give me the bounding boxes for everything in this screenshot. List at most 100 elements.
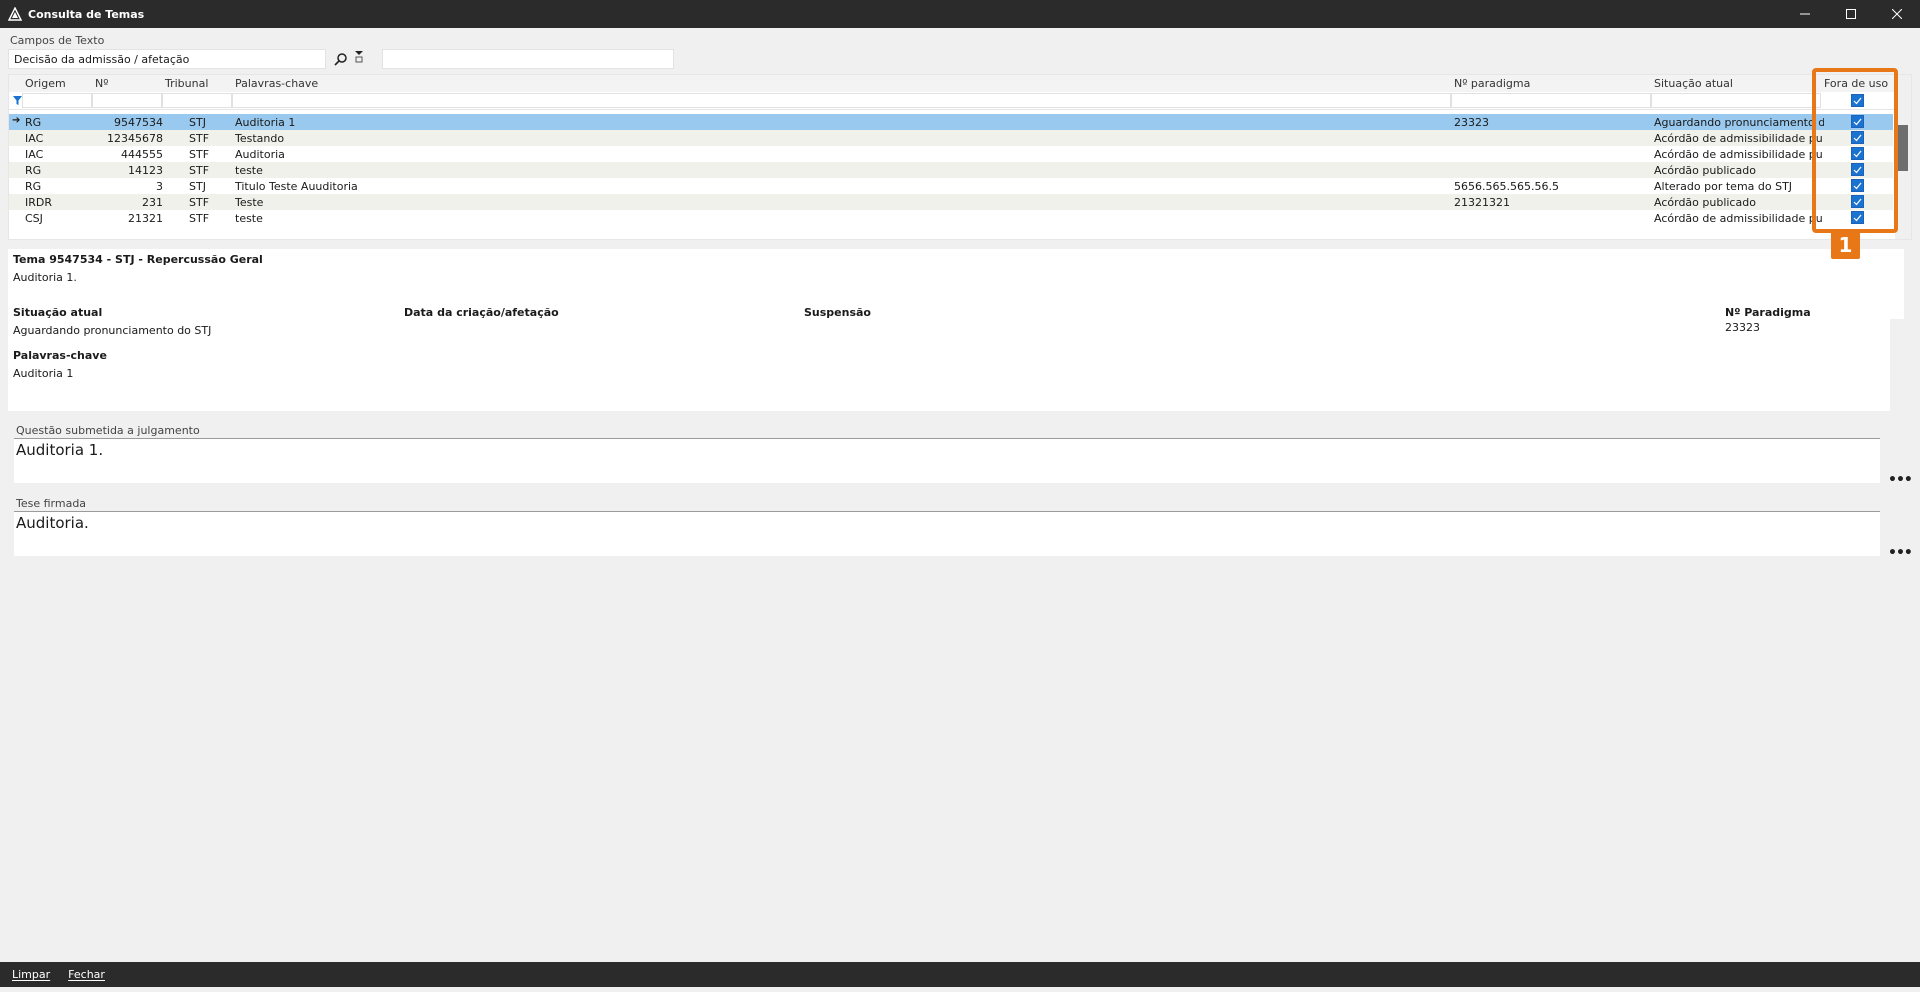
table-row[interactable]: ➔ RG 9547534 STJ Auditoria 1 23323 Aguardando … (9, 114, 1893, 130)
cell-origem: CSJ (25, 212, 43, 225)
minimize-icon (1800, 13, 1810, 15)
cell-palavras: Teste (235, 196, 264, 209)
grid-header: Origem Nº Tribunal Palavras-chave Nº par… (9, 75, 1897, 92)
situacao-label: Situação atual (13, 306, 103, 319)
cell-numero: 14123 (128, 164, 163, 177)
cell-situacao: Alterado por tema do STJ (1654, 180, 1793, 193)
cell-numero: 3 (156, 180, 163, 193)
cell-origem: IRDR (25, 196, 53, 209)
tese-label: Tese firmada (16, 497, 87, 510)
cell-numero: 444555 (121, 148, 163, 161)
cell-origem: RG (25, 164, 42, 177)
current-row-arrow-icon: ➔ (12, 115, 21, 126)
table-row[interactable]: CSJ 21321 STF teste Acórdão de admissibilida… (9, 210, 1893, 226)
window-title: Consulta de Temas (28, 7, 145, 21)
search-icon (334, 53, 347, 66)
cell-tribunal: STF (189, 212, 210, 225)
cell-situacao: Acórdão de admissibilidade pu (1654, 132, 1823, 145)
cell-palavras: Titulo Teste Auuditoria (235, 180, 358, 193)
filter-dropdown-icon (355, 51, 363, 63)
cell-situacao: Acórdão de admissibilidade pu (1654, 148, 1823, 161)
search-button[interactable] (332, 49, 350, 69)
footer-bar: Limpar Fechar (0, 962, 1920, 987)
column-header-palavras-chave[interactable]: Palavras-chave (235, 77, 318, 90)
temas-grid: Origem Nº Tribunal Palavras-chave Nº par… (8, 74, 1912, 240)
detail-scrollbar[interactable] (1890, 319, 1904, 411)
campos-label: Campos de Texto (10, 34, 105, 47)
table-row[interactable]: IAC 12345678 STF Testando Acórdão de admissi… (9, 130, 1893, 146)
filter-tribunal-input[interactable] (162, 93, 232, 108)
filter-origem-input[interactable] (22, 93, 92, 108)
table-row[interactable]: RG 3 STJ Titulo Teste Auuditoria 5656.565.56… (9, 178, 1893, 194)
cell-situacao: Aguardando pronunciamento do (1654, 116, 1824, 129)
app-logo-icon (6, 5, 24, 23)
cell-tribunal: STJ (189, 180, 206, 193)
column-header-situacao[interactable]: Situação atual (1654, 77, 1733, 90)
cell-tribunal: STF (189, 148, 210, 161)
table-row[interactable]: RG 14123 STF teste Acórdão publicado (9, 162, 1893, 178)
maximize-button[interactable] (1828, 0, 1874, 28)
cell-numero: 9547534 (114, 116, 163, 129)
filter-options-button[interactable] (353, 49, 367, 69)
cell-tribunal: STJ (189, 116, 206, 129)
column-header-tribunal[interactable]: Tribunal (165, 77, 208, 90)
detail-subtitle: Auditoria 1. (13, 271, 77, 284)
filter-row-funnel-icon[interactable] (13, 95, 22, 108)
close-button[interactable] (1874, 0, 1920, 28)
grid-filter-row (9, 92, 1897, 110)
data-criacao-label: Data da criação/afetação (404, 306, 559, 319)
situacao-value: Aguardando pronunciamento do STJ (13, 324, 212, 337)
cell-palavras: teste (235, 164, 263, 177)
tese-more-button[interactable]: ••• (1888, 545, 1913, 561)
cell-origem: RG (25, 116, 42, 129)
cell-numero: 21321 (128, 212, 163, 225)
cell-numero: 12345678 (107, 132, 163, 145)
cell-palavras: Auditoria (235, 148, 285, 161)
annotation-highlight-box (1812, 68, 1898, 233)
search-input[interactable] (382, 49, 674, 69)
limpar-button[interactable]: Limpar (12, 968, 50, 981)
grid-scrollbar-thumb[interactable] (1898, 125, 1908, 171)
table-row[interactable]: IAC 444555 STF Auditoria Acórdão de admissib… (9, 146, 1893, 162)
fechar-button[interactable]: Fechar (68, 968, 105, 981)
filter-palavras-input[interactable] (232, 93, 1451, 108)
filter-paradigma-input[interactable] (1451, 93, 1651, 108)
questao-label: Questão submetida a julgamento (16, 424, 200, 437)
palavras-value: Auditoria 1 (13, 367, 74, 380)
questao-textarea[interactable]: Auditoria 1. (14, 439, 1880, 483)
cell-palavras: Auditoria 1 (235, 116, 296, 129)
column-header-origem[interactable]: Origem (25, 77, 66, 90)
suspensao-label: Suspensão (804, 306, 871, 319)
cell-paradigma: 23323 (1454, 116, 1489, 129)
cell-situacao: Acórdão publicado (1654, 164, 1756, 177)
filter-numero-input[interactable] (92, 93, 162, 108)
paradigma-label: Nº Paradigma (1725, 306, 1811, 319)
column-header-numero[interactable]: Nº (95, 77, 108, 90)
cell-tribunal: STF (189, 132, 210, 145)
cell-origem: RG (25, 180, 42, 193)
close-icon (1892, 9, 1902, 19)
cell-origem: IAC (25, 132, 44, 145)
table-row[interactable]: IRDR 231 STF Teste 21321321 Acórdão publicado (9, 194, 1893, 210)
cell-palavras: teste (235, 212, 263, 225)
cell-paradigma: 21321321 (1454, 196, 1510, 209)
questao-more-button[interactable]: ••• (1888, 472, 1913, 488)
cell-origem: IAC (25, 148, 44, 161)
minimize-button[interactable] (1782, 0, 1828, 28)
filter-situacao-input[interactable] (1651, 93, 1821, 108)
palavras-label: Palavras-chave (13, 349, 107, 362)
tese-textarea[interactable]: Auditoria. (14, 512, 1880, 556)
cell-palavras: Testando (235, 132, 285, 145)
column-header-paradigma[interactable]: Nº paradigma (1454, 77, 1530, 90)
annotation-badge: 1 (1831, 230, 1860, 259)
cell-situacao: Acórdão de admissibilidade pu (1654, 212, 1823, 225)
cell-tribunal: STF (189, 164, 210, 177)
cell-paradigma: 5656.565.565.56.5 (1454, 180, 1559, 193)
detail-heading: Tema 9547534 - STJ - Repercussão Geral (13, 253, 263, 266)
detail-panel: Tema 9547534 - STJ - Repercussão Geral A… (8, 249, 1904, 411)
title-bar: Consulta de Temas (0, 0, 1920, 28)
campos-select[interactable]: Decisão da admissão / afetação (8, 49, 326, 69)
cell-numero: 231 (142, 196, 163, 209)
paradigma-value: 23323 (1725, 321, 1760, 334)
cell-situacao: Acórdão publicado (1654, 196, 1756, 209)
